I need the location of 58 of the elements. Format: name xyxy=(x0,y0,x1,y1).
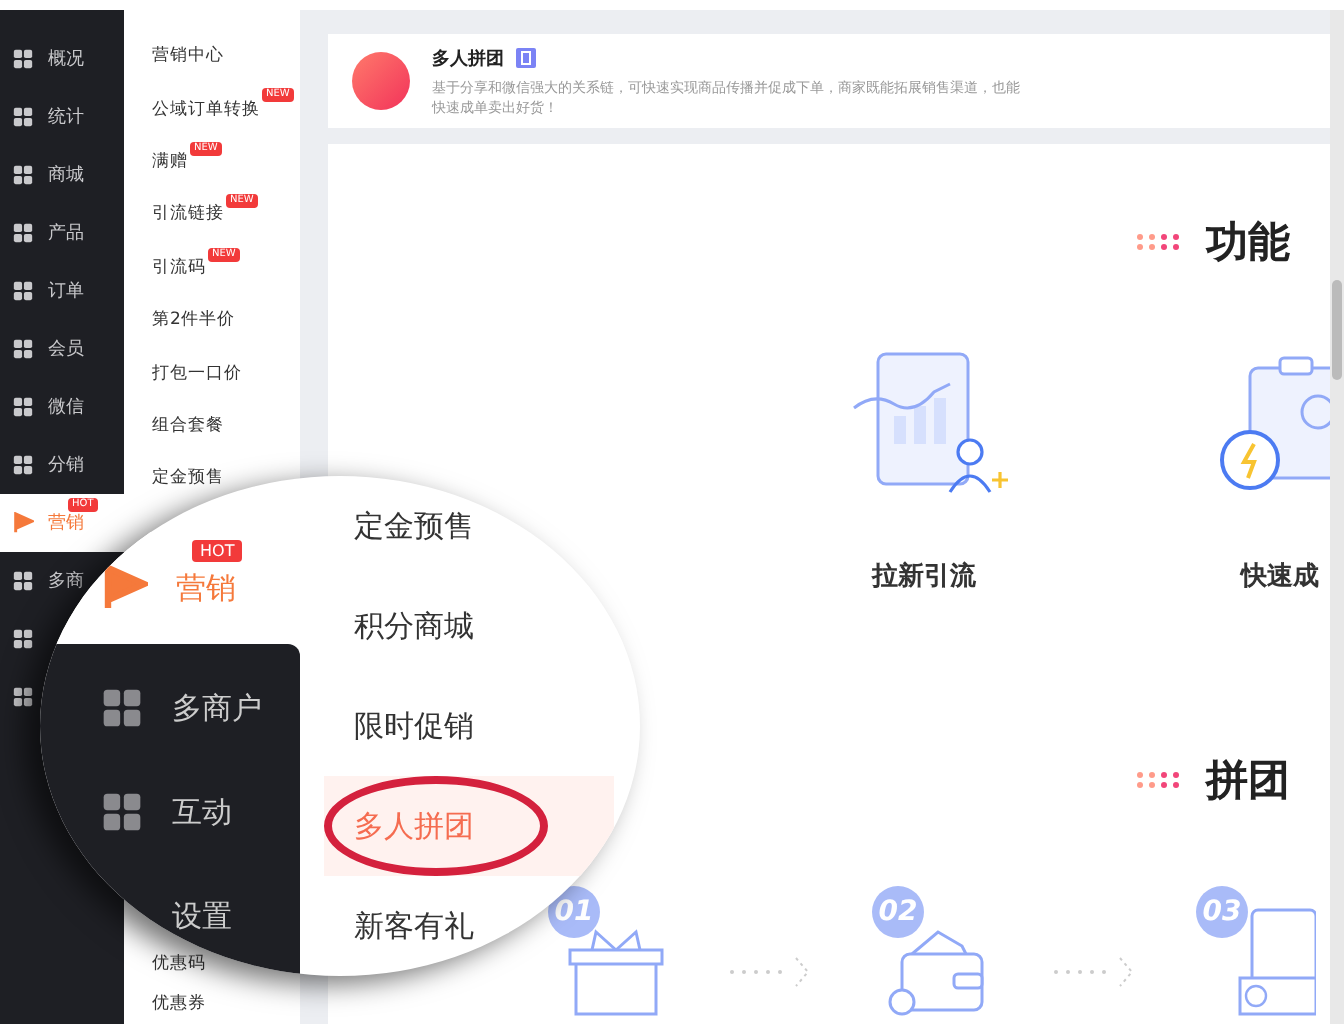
submenu-item[interactable]: 定金预售 xyxy=(324,476,482,576)
submenu-item[interactable]: 新客有礼 xyxy=(324,876,482,976)
step-number: 01 xyxy=(548,886,600,938)
submenu-item[interactable]: 打包一口价 xyxy=(152,361,242,386)
nav-item[interactable]: 概况 xyxy=(0,30,124,88)
menu-icon xyxy=(100,790,144,834)
submenu-item[interactable]: 引流码 xyxy=(152,255,206,280)
menu-icon xyxy=(100,686,144,730)
menu-icon xyxy=(12,396,34,418)
flag-icon xyxy=(100,564,148,612)
page-title: 多人拼团 xyxy=(432,47,504,71)
nav-item[interactable]: 多商户 xyxy=(40,668,300,748)
submenu-item[interactable]: 第2件半价 xyxy=(152,308,235,333)
dots-icon xyxy=(1134,770,1182,790)
flag-icon xyxy=(12,512,34,534)
submenu-item[interactable]: 优惠码 xyxy=(152,952,206,976)
step-number: 02 xyxy=(872,886,924,938)
submenu-item[interactable]: 限时促销 xyxy=(324,676,482,776)
submenu-item[interactable]: 定金预售 xyxy=(152,466,224,491)
submenu-item[interactable]: 引流链接 xyxy=(152,202,224,227)
section-title: 拼团 xyxy=(1206,754,1290,808)
dotted-arrow-icon xyxy=(1052,952,1136,992)
submenu-item[interactable]: 营销中心 xyxy=(152,44,224,69)
menu-icon xyxy=(12,338,34,360)
menu-icon xyxy=(12,164,34,186)
feature-label: 快速成 xyxy=(1241,560,1319,594)
menu-icon xyxy=(12,222,34,244)
menu-icon xyxy=(12,48,34,70)
menu-icon xyxy=(12,686,34,708)
submenu-item[interactable]: 公域订单转换 xyxy=(152,97,260,122)
nav-item[interactable]: 订单 xyxy=(0,262,124,320)
gift-drawing xyxy=(568,926,668,1016)
step-number: 03 xyxy=(1196,886,1248,938)
nav-item[interactable]: 统计 xyxy=(0,88,124,146)
nav-item[interactable]: 会员 xyxy=(0,320,124,378)
scrollbar-thumb[interactable] xyxy=(1332,280,1342,380)
hot-badge: HOT xyxy=(192,540,243,562)
submenu-item[interactable]: 满赠 xyxy=(152,149,188,174)
screen-drawing xyxy=(1236,906,1316,1016)
dotted-arrow-icon xyxy=(728,952,812,992)
menu-icon xyxy=(12,628,34,650)
submenu-item[interactable]: 优惠券 xyxy=(152,992,206,1016)
group-logo-icon xyxy=(352,52,410,110)
menu-icon xyxy=(12,106,34,128)
menu-icon xyxy=(12,280,34,302)
section-title: 功能 xyxy=(1206,216,1290,270)
menu-icon xyxy=(12,454,34,476)
nav-item[interactable]: 设置 xyxy=(40,876,300,956)
nav-item[interactable]: 商城 xyxy=(0,146,124,204)
nav-item[interactable]: 互动 xyxy=(40,772,300,852)
menu-icon xyxy=(12,570,34,592)
submenu-item[interactable]: 积分商城 xyxy=(324,576,482,676)
tag-icon xyxy=(516,48,536,68)
nav-item[interactable]: 微信 xyxy=(0,378,124,436)
nav-item[interactable]: 产品 xyxy=(0,204,124,262)
dots-icon xyxy=(1134,232,1182,252)
submenu-item[interactable]: 组合套餐 xyxy=(152,413,224,438)
feature-label: 拉新引流 xyxy=(872,559,976,594)
